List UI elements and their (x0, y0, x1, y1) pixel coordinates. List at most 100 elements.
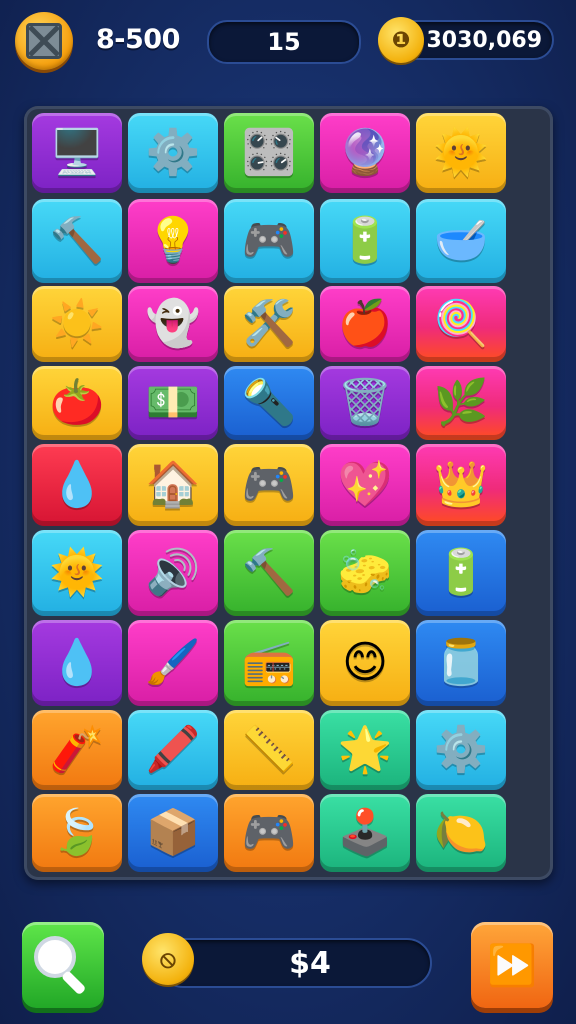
leaf-icon: 🍃 (49, 807, 105, 858)
tile-r7c1[interactable]: 💧 (32, 620, 122, 706)
tile-r2c1[interactable]: 🔨 (32, 199, 122, 283)
tile-r3c2[interactable]: 👻 (128, 286, 218, 362)
sun-icon: 🌞 (49, 547, 105, 598)
coins-value: 3030,069 (426, 27, 542, 53)
tile-r3c5[interactable]: 🍭 (416, 286, 506, 362)
apple-icon: 🍅 (49, 377, 105, 428)
speaker-icon: 🔊 (145, 547, 201, 598)
hammer-bottle-icon: 🔨 (241, 547, 297, 598)
eraser-icon: 🧨 (49, 724, 105, 775)
cash-icon: 💵 (145, 377, 201, 428)
sun-icon: 🌟 (337, 724, 393, 775)
tile-r7c2[interactable]: 🖌️ (128, 620, 218, 706)
gear-icon: 🔮 (337, 127, 393, 178)
cash-value: $4 (289, 945, 331, 981)
brush-icon: 🖍️ (145, 724, 201, 775)
eraser-icon: 📏 (241, 724, 297, 775)
tile-r2c3[interactable]: 🎮 (224, 199, 314, 283)
tile-r4c3[interactable]: 🔦 (224, 366, 314, 440)
tile-r6c2[interactable]: 🔊 (128, 530, 218, 616)
house-icon: 🏠 (145, 459, 201, 510)
tile-r9c3[interactable]: 🎮 (224, 794, 314, 872)
paint-brush-icon: 🖌️ (145, 637, 201, 688)
hint-button[interactable] (22, 922, 104, 1008)
tile-r5c2[interactable]: 🏠 (128, 444, 218, 526)
hammer-icon: 🔨 (49, 215, 105, 266)
lemon-icon: 🍋 (433, 807, 489, 858)
tile-r6c5[interactable]: 🔋 (416, 530, 506, 616)
face-icon: 😊 (342, 637, 388, 688)
tile-r8c2[interactable]: 🖍️ (128, 710, 218, 790)
tile-r7c5[interactable]: 🫙 (416, 620, 506, 706)
tile-r6c3[interactable]: 🔨 (224, 530, 314, 616)
tile-r7c4[interactable]: 😊 (320, 620, 410, 706)
flashlight-icon: 🔦 (241, 377, 297, 428)
tile-r5c5[interactable]: 👑 (416, 444, 506, 526)
tile-r5c1[interactable]: 💧 (32, 444, 122, 526)
tile-r4c1[interactable]: 🍅 (32, 366, 122, 440)
sun-icon: 🌞 (433, 127, 489, 178)
tile-r8c1[interactable]: 🧨 (32, 710, 122, 790)
tile-r9c5[interactable]: 🍋 (416, 794, 506, 872)
tile-r3c4[interactable]: 🍎 (320, 286, 410, 362)
tile-r1c5[interactable]: 🌞 (416, 113, 506, 193)
apple-icon: 🍎 (337, 298, 393, 349)
control-panel-icon: 🎛️ (241, 127, 297, 178)
ghost-icon: 👻 (145, 298, 201, 349)
tile-r1c2[interactable]: ⚙️ (128, 113, 218, 193)
tile-r3c3[interactable]: 🛠️ (224, 286, 314, 362)
tile-r2c4[interactable]: 🔋 (320, 199, 410, 283)
tile-r4c2[interactable]: 💵 (128, 366, 218, 440)
eraser-icon: 🧽 (337, 547, 393, 598)
trash-can-icon: 🗑️ (337, 377, 393, 428)
sun-icon: ☀️ (49, 298, 105, 349)
crown-icon: 👑 (433, 459, 489, 510)
tile-r5c3[interactable]: 🎮 (224, 444, 314, 526)
tile-r4c5[interactable]: 🌿 (416, 366, 506, 440)
tile-r8c5[interactable]: ⚙️ (416, 710, 506, 790)
tile-r9c1[interactable]: 🍃 (32, 794, 122, 872)
gamepad-icon: 🎮 (241, 215, 297, 266)
box-icon: 📦 (145, 807, 201, 858)
tile-r1c4[interactable]: 🔮 (320, 113, 410, 193)
tile-r8c4[interactable]: 🌟 (320, 710, 410, 790)
monitor-icon: 🖥️ (49, 127, 105, 178)
gamepad-icon: 🎮 (241, 807, 297, 858)
fast-forward-button[interactable]: ⏩ (471, 922, 553, 1008)
controller-icon: 🕹️ (337, 807, 393, 858)
coin-icon: ⦸ (142, 933, 194, 985)
record-player-icon: 📻 (241, 637, 297, 688)
tile-r5c4[interactable]: 💖 (320, 444, 410, 526)
gear-icon: ⚙️ (433, 724, 489, 775)
tile-r2c5[interactable]: 🥣 (416, 199, 506, 283)
tile-r8c3[interactable]: 📏 (224, 710, 314, 790)
score-label: 8-500 (96, 24, 180, 55)
moves-counter: 15 (207, 20, 361, 64)
gear-frame-icon (26, 23, 62, 59)
game-board: 🖥️ ⚙️ 🎛️ 🔮 🌞 🔨 💡 🎮 🔋 🥣 ☀️ 👻 🛠️ 🍎 🍭 🍅 💵 🔦 🗑️ 🌿 💧 🏠 🎮 💖 👑 🌞 🔊 🔨 🧽 🔋 💧 🖌️ 📻… (24, 106, 553, 880)
tile-r2c2[interactable]: 💡 (128, 199, 218, 283)
tile-r3c1[interactable]: ☀️ (32, 286, 122, 362)
bowl-icon: 🥣 (433, 215, 489, 266)
menu-button[interactable] (15, 12, 73, 70)
battery-icon: 🔋 (337, 215, 393, 266)
tile-r7c3[interactable]: 📻 (224, 620, 314, 706)
fast-forward-icon: ⏩ (487, 942, 537, 989)
tile-r9c4[interactable]: 🕹️ (320, 794, 410, 872)
battery-icon: 🔋 (433, 547, 489, 598)
tile-r9c2[interactable]: 📦 (128, 794, 218, 872)
tools-icon: 🛠️ (241, 298, 297, 349)
gamepad-icon: 🎮 (241, 459, 297, 510)
magnifier-icon (34, 936, 76, 978)
tile-r1c3[interactable]: 🎛️ (224, 113, 314, 193)
moves-value: 15 (267, 28, 301, 56)
tile-r4c4[interactable]: 🗑️ (320, 366, 410, 440)
water-bowl-icon: 💧 (49, 459, 105, 510)
heart-icon: 💖 (337, 459, 393, 510)
tile-r6c1[interactable]: 🌞 (32, 530, 122, 616)
tile-r1c1[interactable]: 🖥️ (32, 113, 122, 193)
flower-icon: 🌿 (433, 377, 489, 428)
tile-r6c4[interactable]: 🧽 (320, 530, 410, 616)
cash-counter: $4 (158, 938, 432, 988)
bottle-icon: 🫙 (433, 637, 489, 688)
